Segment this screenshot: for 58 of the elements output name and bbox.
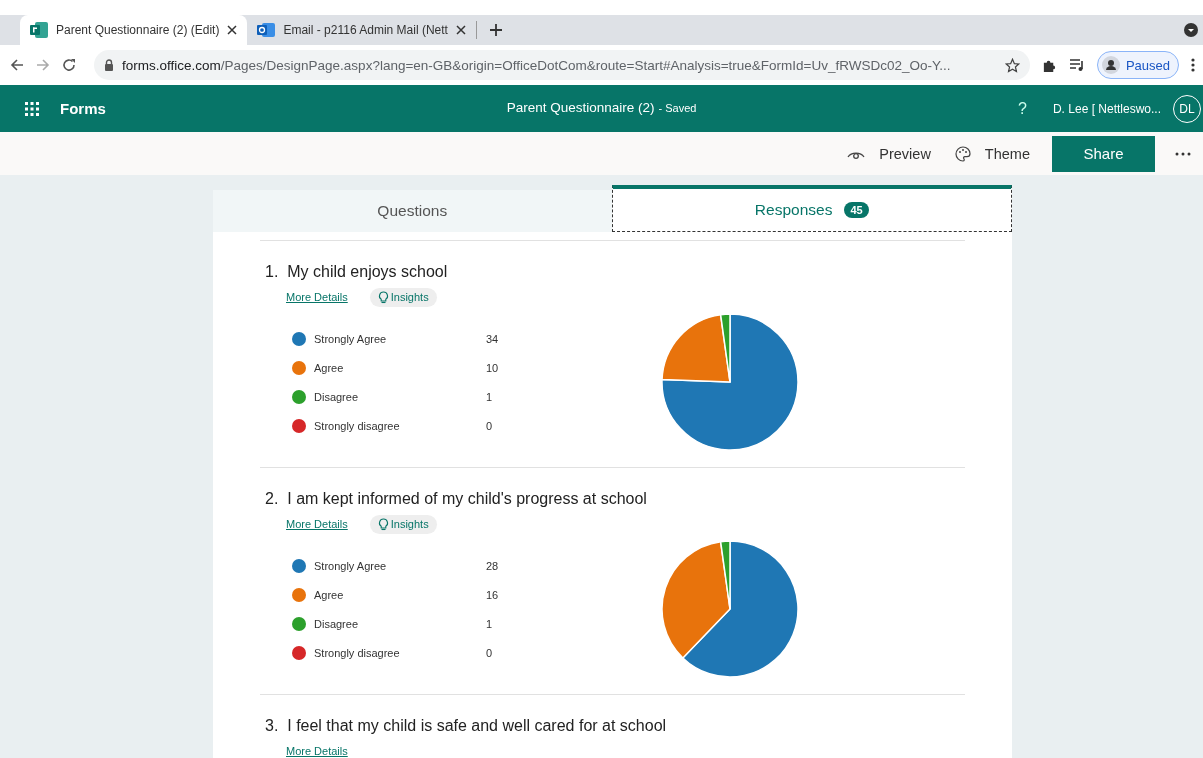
- share-button[interactable]: Share: [1052, 135, 1155, 172]
- back-arrow-icon[interactable]: [10, 58, 24, 72]
- close-icon[interactable]: [455, 25, 466, 35]
- legend-label: Strongly disagree: [314, 646, 401, 659]
- form-tab[interactable]: Responses 45: [611, 185, 1012, 232]
- star-icon[interactable]: [1004, 57, 1020, 73]
- new-tab-icon[interactable]: [488, 23, 503, 37]
- close-icon[interactable]: [227, 25, 238, 35]
- legend-label: Disagree: [314, 390, 360, 403]
- save-status: - Saved: [658, 102, 697, 114]
- question-title: 1. My child enjoys school: [264, 262, 449, 282]
- form-title: Parent Questionnaire (2): [506, 100, 655, 115]
- response-count: 1: [486, 617, 493, 630]
- browser-tab[interactable]: Parent Questionnaire (2) (Edit): [20, 15, 248, 45]
- legend-label: Disagree: [314, 617, 360, 630]
- response-count: 16: [486, 588, 499, 601]
- more-options-icon[interactable]: [1175, 151, 1191, 156]
- legend-label: Agree: [314, 588, 345, 601]
- help-button[interactable]: ?: [1018, 99, 1027, 118]
- address-bar[interactable]: forms.office.com/Pages/DesignPage.aspx?lang=en-GB&origin=OfficeDotCom&route=Start#Analysis=true&FormId=Uv_fRWSDc02_Oo-Y...: [94, 50, 1030, 80]
- url-text: forms.office.com/Pages/DesignPage.aspx?lang=en-GB&origin=OfficeDotCom&route=Start#Analysis=true&FormId=Uv_fRWSDc02_Oo-Y...: [122, 57, 951, 73]
- response-count: 0: [486, 646, 493, 659]
- question-title: 3. I feel that my child is safe and well cared for at school: [264, 716, 668, 736]
- palette-icon: [954, 145, 971, 162]
- media-list-icon[interactable]: [1068, 58, 1085, 72]
- browser-tab[interactable]: Email - p2116 Admin Mail (Nett: [247, 15, 476, 45]
- more-details-link[interactable]: More Details: [286, 745, 348, 757]
- legend-label: Strongly Agree: [314, 332, 388, 345]
- response-count: 0: [486, 419, 493, 432]
- response-count: 10: [486, 361, 499, 374]
- reload-icon[interactable]: [62, 58, 76, 72]
- outlook-logo-icon: [257, 22, 276, 38]
- response-count: 34: [486, 332, 499, 345]
- insights-button[interactable]: Insights: [369, 287, 437, 307]
- app-launcher-icon[interactable]: [25, 101, 39, 116]
- legend-label: Agree: [314, 361, 345, 374]
- more-details-link[interactable]: More Details: [286, 291, 348, 303]
- preview-button[interactable]: Preview: [835, 135, 943, 172]
- lock-icon: [104, 59, 114, 71]
- legend-label: Strongly Agree: [314, 559, 388, 572]
- more-details-link[interactable]: More Details: [286, 518, 348, 530]
- theme-button[interactable]: Theme: [942, 135, 1042, 172]
- form-tab[interactable]: Questions: [213, 190, 612, 232]
- response-count: 1: [486, 390, 493, 403]
- response-count-badge: 45: [844, 202, 869, 218]
- response-count: 28: [486, 559, 499, 572]
- legend-label: Strongly disagree: [314, 419, 401, 432]
- question-title: 2. I am kept informed of my child's progress at school: [264, 489, 648, 509]
- lightbulb-icon: [377, 290, 389, 304]
- tab-search-icon[interactable]: [1184, 23, 1198, 37]
- app-name[interactable]: Forms: [60, 100, 106, 117]
- forms-logo-icon: [30, 22, 48, 38]
- insights-button[interactable]: Insights: [369, 514, 437, 534]
- person-icon: [1101, 56, 1120, 74]
- user-name[interactable]: D. Lee [ Nettleswo...: [1052, 101, 1161, 116]
- kebab-menu-icon[interactable]: [1191, 58, 1195, 72]
- lightbulb-icon: [377, 517, 389, 531]
- profile-button[interactable]: Paused: [1096, 51, 1179, 79]
